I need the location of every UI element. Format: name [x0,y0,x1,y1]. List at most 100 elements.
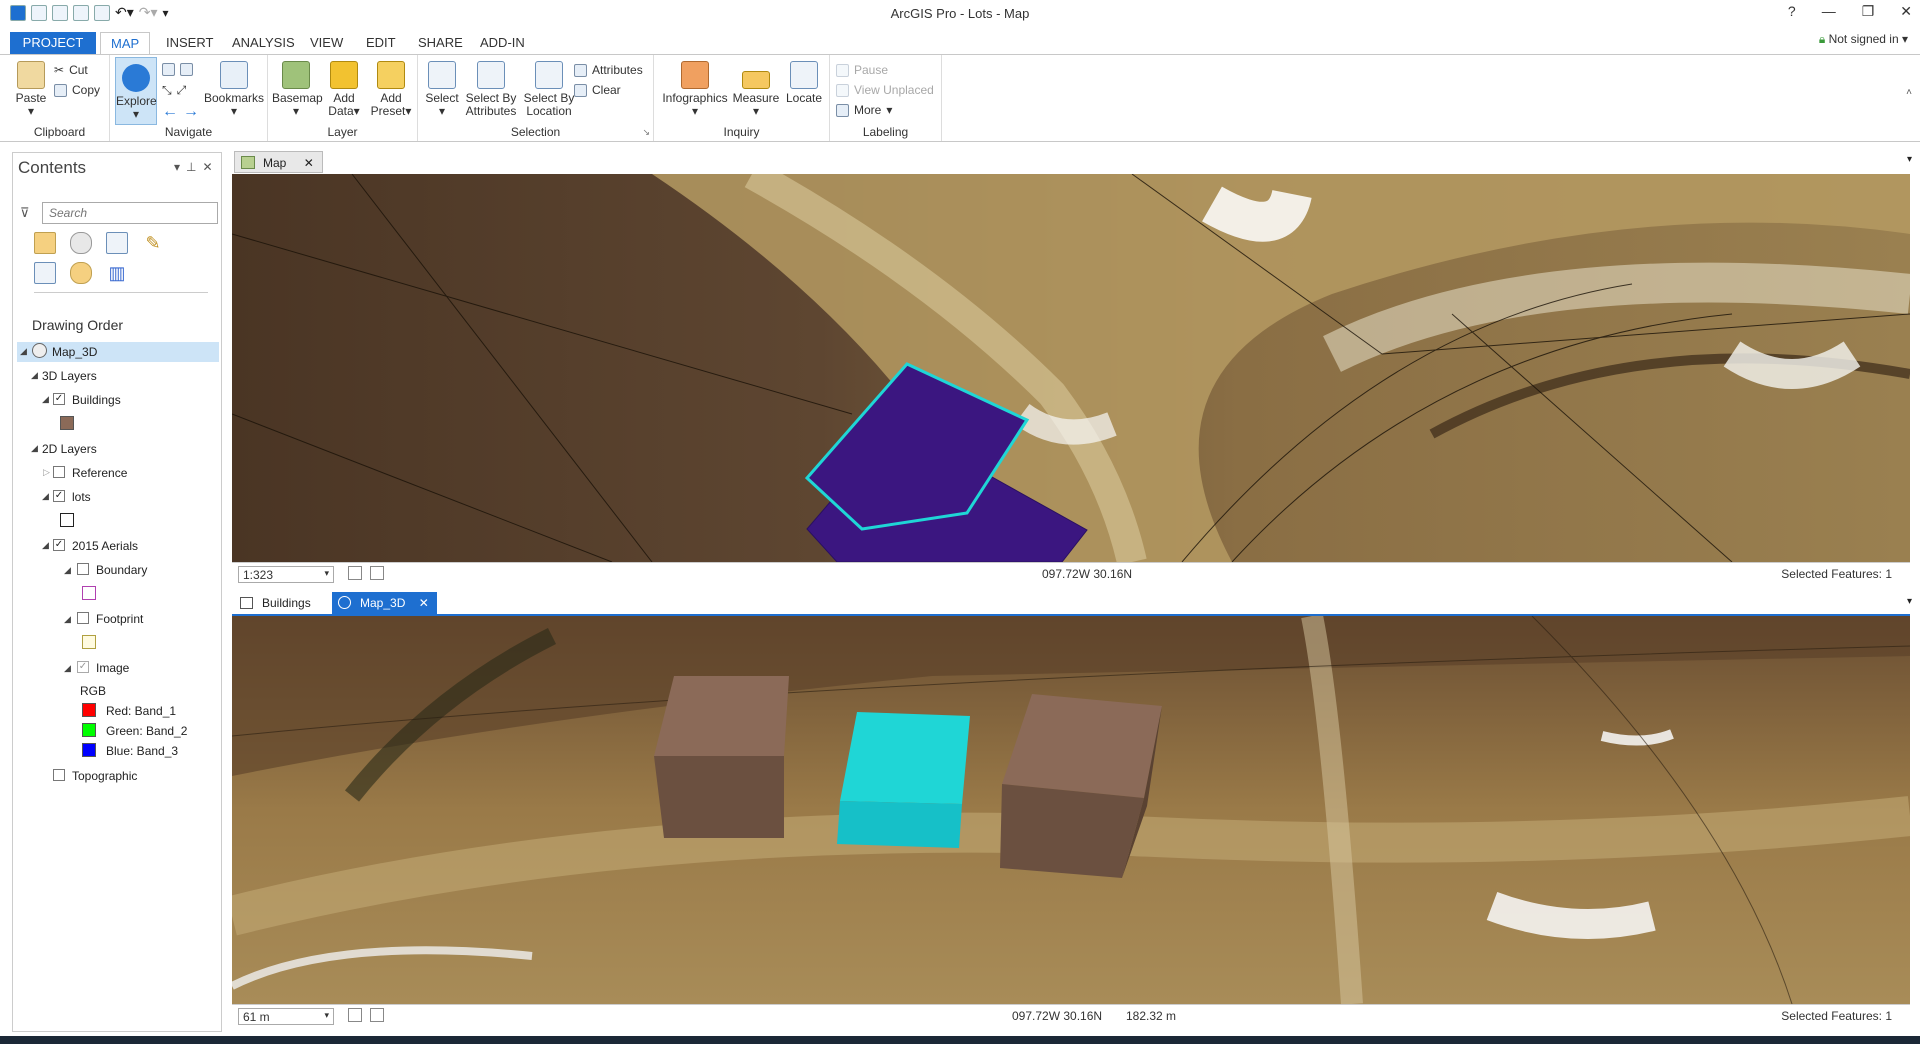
locate-button[interactable]: Locate [782,61,826,105]
tab-view[interactable]: VIEW [300,32,353,54]
tree-image[interactable]: Image [96,661,129,675]
tree-2d-layers[interactable]: 2D Layers [42,442,97,456]
tree-3d-layers[interactable]: 3D Layers [42,369,97,383]
close-button[interactable]: ✕ [1900,3,1912,20]
collapse-arrow-icon[interactable]: ◢ [31,443,38,454]
image-checkbox[interactable]: ✓ [77,661,89,673]
view-menu-icon[interactable]: ▾ [1907,596,1912,607]
explore-button[interactable]: Explore ▾ [115,57,157,125]
attributes-button[interactable]: Attributes [574,63,643,77]
list-by-drawing-order-icon[interactable] [34,232,56,254]
tab-buildings-table[interactable]: Buildings [234,592,319,614]
collapse-arrow-icon[interactable]: ◢ [31,370,38,381]
map-2d-view[interactable] [232,174,1910,562]
pane-menu-icon[interactable]: ▾ [174,160,186,174]
buildings-checkbox[interactable]: ✓ [53,393,65,405]
tree-map-3d[interactable]: Map_3D [52,345,97,359]
tab-share[interactable]: SHARE [408,32,473,54]
restore-button[interactable]: ❐ [1862,3,1875,20]
selected-features-count[interactable]: Selected Features: 1 [1781,1009,1892,1023]
selected-features-count[interactable]: Selected Features: 1 [1781,567,1892,581]
sign-in-status[interactable]: 🔒︎ Not signed in ▾ [1819,32,1908,47]
distance-selector[interactable]: 61 m ▾ [238,1008,334,1025]
collapse-arrow-icon[interactable]: ◢ [42,540,49,551]
map-3d-view[interactable] [232,616,1910,1004]
list-by-selection-icon[interactable] [106,232,128,254]
add-data-button[interactable]: Add Data▾ [324,61,364,118]
tree-2015-aerials[interactable]: 2015 Aerials [72,539,138,553]
building-1-roof[interactable] [654,676,789,756]
close-tab-icon[interactable]: ✕ [304,156,314,170]
collapse-arrow-icon[interactable]: ◢ [64,565,71,576]
more-button[interactable]: More ▾ [836,103,892,117]
tree-topographic[interactable]: Topographic [72,769,137,783]
grid-icon[interactable] [348,1008,362,1022]
green-band-swatch[interactable] [82,723,96,737]
tab-edit[interactable]: EDIT [356,32,406,54]
blue-band-swatch[interactable] [82,743,96,757]
select-by-attributes-button[interactable]: Select By Attributes [462,61,520,118]
basemap-button[interactable]: Basemap ▾ [272,61,323,118]
boundary-checkbox[interactable] [77,563,89,575]
tab-map-view[interactable]: Map ✕ [234,151,323,173]
cut-button[interactable]: ✂ Cut [54,63,88,77]
collapse-arrow-icon[interactable]: ◢ [64,663,71,674]
building-1-wall[interactable] [654,756,784,838]
topographic-checkbox[interactable] [53,769,65,781]
grid-icon[interactable] [348,566,362,580]
help-button[interactable]: ? [1788,3,1796,20]
footprint-symbol[interactable] [82,635,96,649]
previous-next-extent[interactable]: ← → [162,103,199,121]
aerials-checkbox[interactable]: ✓ [53,539,65,551]
lots-checkbox[interactable]: ✓ [53,490,65,502]
select-button[interactable]: Select ▾ [422,61,462,118]
tab-add-in[interactable]: ADD-IN [470,32,535,54]
infographics-button[interactable]: Infographics ▾ [660,61,730,118]
contents-search-input[interactable] [42,202,218,224]
forward-arrow-icon[interactable]: → [183,103,199,121]
snapping-icon[interactable] [370,1008,384,1022]
tab-insert[interactable]: INSERT [156,32,223,54]
selected-building-wall[interactable] [837,801,962,848]
tab-map-3d[interactable]: Map_3D ✕ [332,592,437,614]
lots-symbol[interactable] [60,513,74,527]
zoom-fixed-button[interactable]: ⤡ ⤢ [162,83,186,98]
collapse-arrow-icon[interactable]: ◢ [20,346,27,357]
bookmarks-button[interactable]: Bookmarks ▾ [204,61,264,118]
tree-footprint[interactable]: Footprint [96,612,143,626]
collapse-arrow-icon[interactable]: ◢ [42,394,49,405]
tree-reference[interactable]: Reference [72,466,127,480]
buildings-symbol[interactable] [60,416,74,430]
filter-icon[interactable]: ⊽ [20,205,30,221]
view-unplaced-button[interactable]: View Unplaced [836,83,934,97]
measure-button[interactable]: Measure ▾ [732,61,780,118]
full-extent-button[interactable] [162,63,193,76]
close-pane-icon[interactable]: ✕ [202,160,218,174]
expand-arrow-icon[interactable]: ▷ [43,467,50,478]
collapse-ribbon-icon[interactable]: ˄ [1906,87,1912,98]
collapse-arrow-icon[interactable]: ◢ [64,614,71,625]
boundary-symbol[interactable] [82,586,96,600]
tree-buildings[interactable]: Buildings [72,393,121,407]
scale-selector[interactable]: 1:323 ▾ [238,566,334,583]
pause-button[interactable]: Pause [836,63,888,77]
pin-icon[interactable]: ⊥ [186,160,202,174]
clear-button[interactable]: Clear [574,83,621,97]
tab-analysis[interactable]: ANALYSIS [222,32,305,54]
reference-checkbox[interactable] [53,466,65,478]
list-by-charts-icon[interactable]: ▥ [106,262,128,284]
collapse-arrow-icon[interactable]: ◢ [42,491,49,502]
select-by-location-button[interactable]: Select By Location [520,61,578,118]
minimize-button[interactable]: — [1822,3,1836,20]
list-by-editing-icon[interactable]: ✎ [142,232,164,254]
tab-map[interactable]: MAP [100,32,151,54]
paste-button[interactable]: Paste ▾ [14,61,48,118]
list-by-labeling-icon[interactable] [70,262,92,284]
building-3-wall[interactable] [1000,784,1144,878]
snapping-icon[interactable] [370,566,384,580]
footprint-checkbox[interactable] [77,612,89,624]
list-by-snapping-icon[interactable] [34,262,56,284]
back-arrow-icon[interactable]: ← [162,103,178,121]
add-preset-button[interactable]: Add Preset▾ [368,61,414,118]
view-menu-icon[interactable]: ▾ [1907,154,1912,165]
